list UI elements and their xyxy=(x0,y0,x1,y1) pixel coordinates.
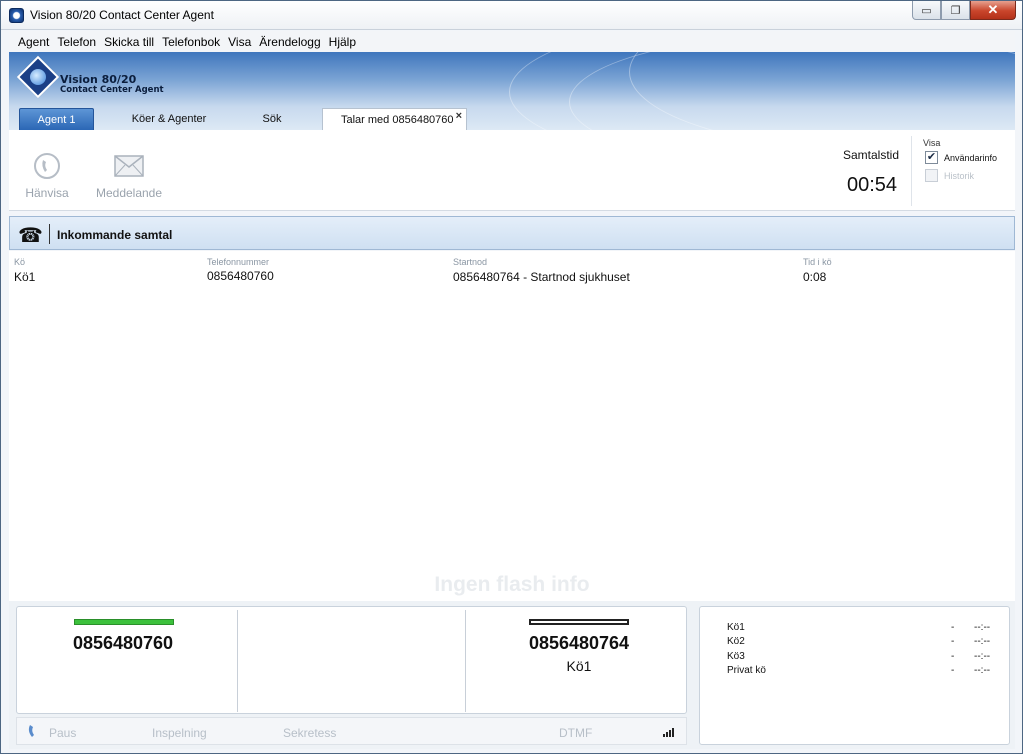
banner-decoration xyxy=(629,52,1015,130)
menu-skicka-till[interactable]: Skicka till xyxy=(100,35,158,49)
brand-logo-center xyxy=(30,69,46,85)
phone-handset-icon[interactable] xyxy=(27,724,41,741)
call-controls-bar: Paus Inspelning Sekretess DTMF xyxy=(16,717,687,745)
menu-arendelogg[interactable]: Ärendelogg xyxy=(255,35,324,49)
menu-agent[interactable]: Agent xyxy=(9,35,53,49)
close-icon: ✕ xyxy=(987,2,999,17)
queue-name: Kö1 xyxy=(727,622,745,633)
column-header-queue: Kö xyxy=(14,257,26,267)
line-1-status-bar xyxy=(74,619,174,625)
call-lines-panel: 0856480760 0856480764 Kö1 xyxy=(16,606,687,714)
divider xyxy=(911,136,912,206)
telephone-icon: ☎ xyxy=(18,225,43,247)
line-3-number: 0856480764 xyxy=(528,633,630,653)
app-logo-icon[interactable] xyxy=(9,8,24,23)
menu-telefonbok[interactable]: Telefonbok xyxy=(158,35,224,49)
flash-info-watermark: Ingen flash info xyxy=(434,573,590,596)
tab-current-call-label: Talar med 0856480760 xyxy=(341,113,454,126)
signal-strength-icon xyxy=(663,728,674,737)
message-label: Meddelande xyxy=(95,186,163,200)
call-toolbar: Hänvisa Meddelande Samtalstid 00:54 Visa… xyxy=(9,130,1015,211)
show-options-title: Visa xyxy=(923,138,941,148)
window-title: Vision 80/20 Contact Center Agent xyxy=(30,8,214,22)
menu-telefon[interactable]: Telefon xyxy=(53,35,100,49)
user-info-checkbox[interactable]: ✔ xyxy=(925,151,938,164)
line-separator xyxy=(237,610,238,712)
close-button[interactable]: ✕ xyxy=(970,1,1016,20)
queues-summary-panel: Kö1 - --:-- Kö2 - --:-- Kö3 - --:-- Priv… xyxy=(699,606,1010,745)
tab-current-call[interactable]: Talar med 0856480760 × xyxy=(322,108,467,130)
privacy-button[interactable]: Sekretess xyxy=(283,726,336,740)
phone-redirect-icon xyxy=(33,152,61,180)
tab-agent[interactable]: Agent 1 xyxy=(19,108,94,130)
redirect-label: Hänvisa xyxy=(25,186,69,200)
queue-name: Kö2 xyxy=(727,636,745,647)
incoming-calls-table: Kö Telefonnummer Startnod Tid i kö Kö1 0… xyxy=(9,251,1015,601)
redirect-button[interactable]: Hänvisa xyxy=(21,130,73,211)
queue-count: - xyxy=(951,636,955,647)
section-title: Inkommande samtal xyxy=(57,228,173,242)
menu-visa[interactable]: Visa xyxy=(224,35,255,49)
title-bar[interactable]: Vision 80/20 Contact Center Agent ▭ ❐ ✕ xyxy=(1,1,1022,30)
talk-time-label: Samtalstid xyxy=(843,148,900,162)
envelope-icon xyxy=(114,152,144,180)
queue-count: - xyxy=(951,622,955,633)
tab-search[interactable]: Sök xyxy=(247,108,297,130)
user-info-label: Användarinfo xyxy=(944,152,998,163)
queue-time: --:-- xyxy=(974,665,991,676)
queue-count: - xyxy=(951,665,955,676)
queue-name: Privat kö xyxy=(727,665,766,676)
queue-time: --:-- xyxy=(974,622,991,633)
line-separator xyxy=(465,610,466,712)
minimize-button[interactable]: ▭ xyxy=(912,1,941,20)
tab-close-icon[interactable]: × xyxy=(456,110,462,122)
bottom-panel: 0856480760 0856480764 Kö1 Paus Inspelnin… xyxy=(9,601,1015,749)
queue-count: - xyxy=(951,651,955,662)
history-checkbox[interactable] xyxy=(925,169,938,182)
column-header-phone: Telefonnummer xyxy=(207,257,270,267)
line-3-status-bar xyxy=(529,619,629,625)
cell-queue-time: 0:08 xyxy=(803,270,827,284)
cell-start-node: 0856480764 - Startnod sjukhuset xyxy=(453,270,630,284)
recording-button[interactable]: Inspelning xyxy=(152,726,207,740)
checkmark-icon: ✔ xyxy=(926,151,937,163)
brand-subtitle: Contact Center Agent xyxy=(60,85,164,95)
queue-name: Kö3 xyxy=(727,651,745,662)
line-1-number: 0856480760 xyxy=(72,633,174,653)
window-controls: ▭ ❐ ✕ xyxy=(912,1,1016,20)
cell-queue: Kö1 xyxy=(14,270,36,284)
column-header-queue-time: Tid i kö xyxy=(803,257,832,267)
user-info-option[interactable]: ✔ Användarinfo xyxy=(925,151,997,164)
header-separator xyxy=(49,224,50,244)
talk-time-value: 00:54 xyxy=(847,174,898,196)
app-window: Vision 80/20 Contact Center Agent ▭ ❐ ✕ … xyxy=(0,0,1023,754)
cell-phone: 0856480760 xyxy=(207,269,274,283)
queue-time: --:-- xyxy=(974,651,991,662)
tab-queues-agents[interactable]: Köer & Agenter xyxy=(113,108,225,130)
maximize-button[interactable]: ❐ xyxy=(941,1,970,20)
restore-icon: ❐ xyxy=(950,4,961,17)
pause-button[interactable]: Paus xyxy=(49,726,76,740)
incoming-calls-header: ☎ Inkommande samtal xyxy=(9,216,1015,250)
minimize-icon: ▭ xyxy=(921,4,932,17)
column-header-start-node: Startnod xyxy=(453,257,488,267)
history-option[interactable]: Historik xyxy=(925,169,974,182)
menu-hjalp[interactable]: Hjälp xyxy=(325,35,360,49)
dtmf-button[interactable]: DTMF xyxy=(559,726,592,740)
line-3-queue: Kö1 xyxy=(566,658,592,674)
menu-bar: Agent Telefon Skicka till Telefonbok Vis… xyxy=(9,31,1015,52)
history-label: Historik xyxy=(944,170,975,181)
line-2[interactable] xyxy=(239,607,464,713)
message-button[interactable]: Meddelande xyxy=(93,130,165,211)
queue-time: --:-- xyxy=(974,636,991,647)
